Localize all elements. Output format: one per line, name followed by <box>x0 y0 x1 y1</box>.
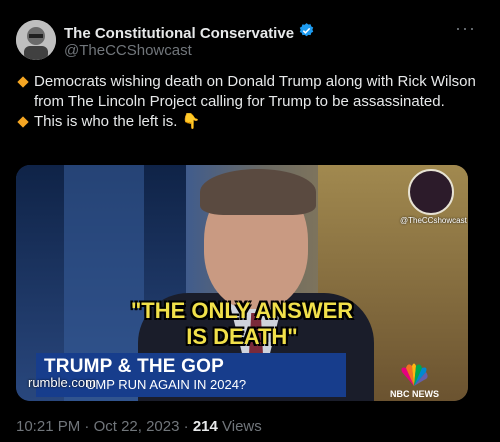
author-display-name[interactable]: The Constitutional Conservative <box>64 25 294 42</box>
network-label: NBC NEWS <box>390 389 439 399</box>
tweet-line-2: This is who the left is. 👇 <box>34 113 201 130</box>
tweet-metadata: 10:21 PM · Oct 22, 2023 · 214 Views <box>16 418 262 435</box>
speaker-hair <box>200 169 316 215</box>
avatar[interactable] <box>16 20 56 60</box>
author-name-row[interactable]: The Constitutional Conservative <box>64 22 315 44</box>
video-media[interactable]: @TheCCshowcast "THE ONLY ANSWER IS DEATH… <box>16 165 468 401</box>
tweet-time[interactable]: 10:21 PM <box>16 418 80 435</box>
chyron-subtitle: UMP RUN AGAIN IN 2024? <box>86 377 247 392</box>
watermark-handle: @TheCCshowcast <box>400 216 467 225</box>
quote-line-2: IS DEATH" <box>186 324 298 349</box>
separator: · <box>84 418 90 435</box>
views-count: 214 <box>192 418 218 435</box>
tweet-card: The Constitutional Conservative @TheCCSh… <box>0 0 500 442</box>
nbc-peacock-icon <box>401 363 428 386</box>
orange-diamond-icon <box>17 116 29 128</box>
separator: · <box>183 418 189 435</box>
source-label: rumble.com <box>28 375 96 390</box>
views-label: Views <box>222 418 262 435</box>
watermark-logo <box>408 169 454 215</box>
tweet-text: Democrats wishing death on Donald Trump … <box>16 72 486 132</box>
author-handle[interactable]: @TheCCShowcast <box>64 42 192 59</box>
quote-line-1: "THE ONLY ANSWER <box>130 298 354 323</box>
orange-diamond-icon <box>17 76 29 88</box>
tweet-date[interactable]: Oct 22, 2023 <box>94 418 180 435</box>
verified-badge-icon <box>298 22 315 44</box>
video-caption-quote: "THE ONLY ANSWER IS DEATH" <box>16 298 468 350</box>
more-options-icon[interactable]: ··· <box>455 18 476 39</box>
tweet-line-1: Democrats wishing death on Donald Trump … <box>34 73 476 110</box>
